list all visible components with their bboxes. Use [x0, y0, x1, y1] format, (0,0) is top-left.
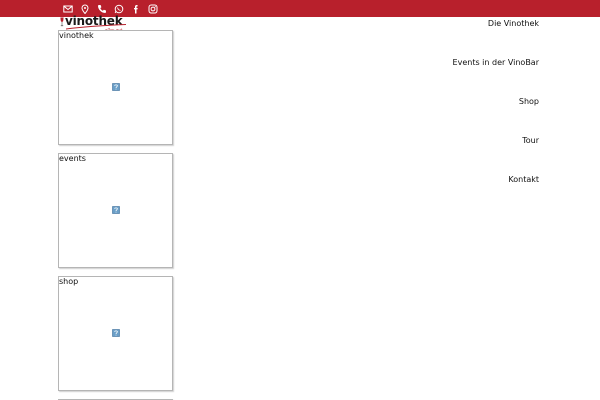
nav-item-die-vinothek[interactable]: Die Vinothek — [453, 14, 539, 53]
nav-item-tour[interactable]: Tour — [453, 131, 539, 170]
card-label: vinothek — [59, 31, 94, 40]
site-logo[interactable]: vinothek alles gut — [60, 14, 126, 32]
instagram-icon[interactable] — [147, 3, 159, 15]
card-events[interactable]: events — [58, 153, 173, 268]
card-vinothek[interactable]: vinothek — [58, 30, 173, 145]
card-label: shop — [59, 277, 79, 286]
broken-image-icon — [112, 329, 120, 337]
broken-image-icon — [112, 206, 120, 214]
phone-icon[interactable] — [96, 3, 108, 15]
nav-item-events[interactable]: Events in der VinoBar — [453, 53, 539, 92]
nav-item-kontakt[interactable]: Kontakt — [453, 170, 539, 209]
main-nav: Die Vinothek Events in der VinoBar Shop … — [453, 14, 539, 209]
envelope-icon[interactable] — [62, 3, 74, 15]
broken-image-icon — [112, 83, 120, 91]
map-pin-icon[interactable] — [79, 3, 91, 15]
nav-item-shop[interactable]: Shop — [453, 92, 539, 131]
wine-glass-icon — [60, 17, 64, 27]
card-label: events — [59, 154, 86, 163]
card-shop[interactable]: shop — [58, 276, 173, 391]
facebook-icon[interactable] — [130, 3, 142, 15]
whatsapp-icon[interactable] — [113, 3, 125, 15]
